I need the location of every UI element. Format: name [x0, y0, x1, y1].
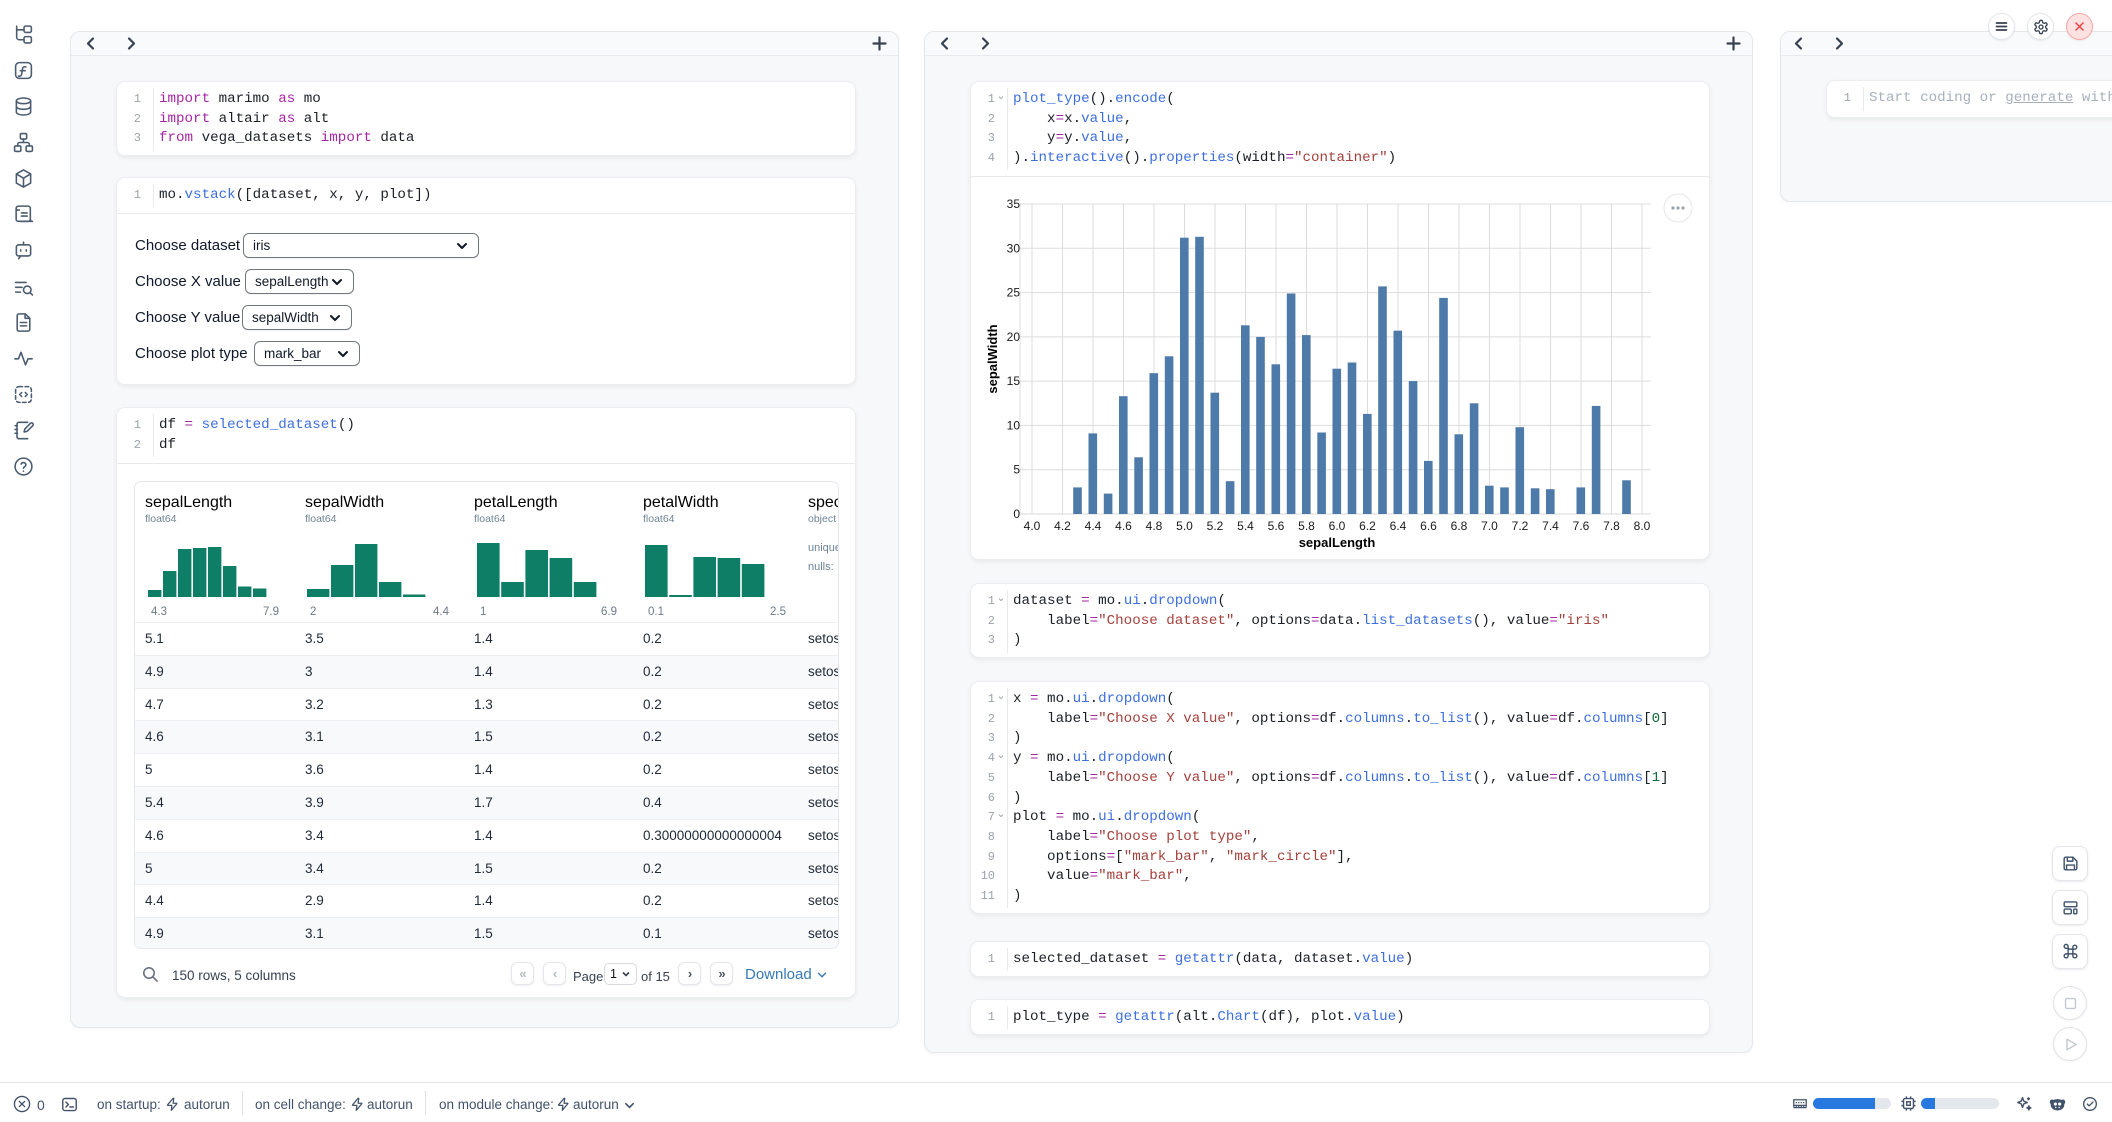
svg-text:25: 25 — [1007, 286, 1021, 300]
svg-text:7.4: 7.4 — [1542, 519, 1559, 533]
svg-text:0: 0 — [1013, 507, 1020, 521]
svg-text:6.2: 6.2 — [1359, 519, 1376, 533]
svg-text:8.0: 8.0 — [1634, 519, 1651, 533]
svg-text:5.4: 5.4 — [1237, 519, 1254, 533]
svg-text:5.0: 5.0 — [1176, 519, 1193, 533]
svg-text:6.4: 6.4 — [1390, 519, 1407, 533]
svg-text:sepalWidth: sepalWidth — [985, 324, 1000, 393]
svg-text:7.2: 7.2 — [1512, 519, 1529, 533]
svg-text:5.6: 5.6 — [1268, 519, 1285, 533]
svg-text:4.0: 4.0 — [1024, 519, 1041, 533]
svg-text:7.8: 7.8 — [1603, 519, 1620, 533]
svg-text:7.0: 7.0 — [1481, 519, 1498, 533]
svg-text:5: 5 — [1013, 463, 1020, 477]
svg-text:4.8: 4.8 — [1146, 519, 1163, 533]
svg-text:6.6: 6.6 — [1420, 519, 1437, 533]
svg-text:6.8: 6.8 — [1451, 519, 1468, 533]
svg-text:7.6: 7.6 — [1573, 519, 1590, 533]
svg-text:10: 10 — [1007, 418, 1021, 432]
svg-text:6.0: 6.0 — [1329, 519, 1346, 533]
svg-text:4.6: 4.6 — [1115, 519, 1132, 533]
svg-text:15: 15 — [1007, 374, 1021, 388]
svg-text:30: 30 — [1007, 241, 1021, 255]
svg-text:5.8: 5.8 — [1298, 519, 1315, 533]
svg-text:sepalLength: sepalLength — [1299, 535, 1376, 550]
svg-text:4.4: 4.4 — [1085, 519, 1102, 533]
svg-text:35: 35 — [1007, 197, 1021, 211]
svg-text:4.2: 4.2 — [1054, 519, 1071, 533]
svg-text:20: 20 — [1007, 330, 1021, 344]
svg-text:5.2: 5.2 — [1207, 519, 1224, 533]
